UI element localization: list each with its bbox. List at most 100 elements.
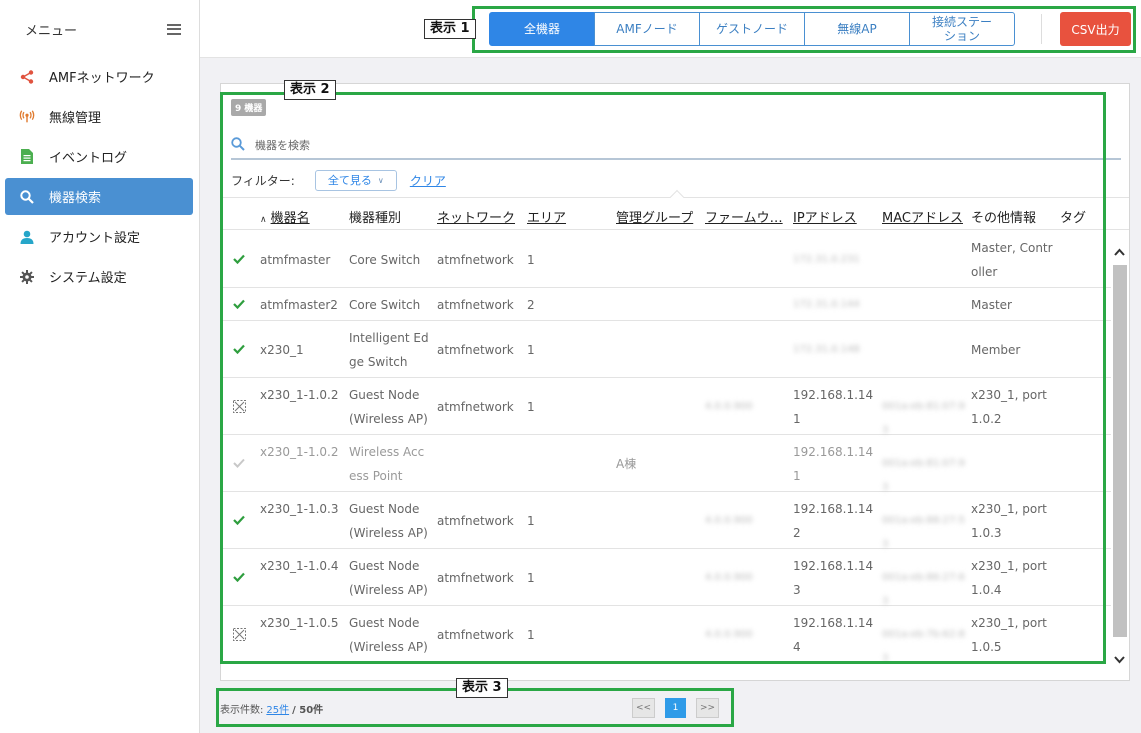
- check-icon: [233, 253, 245, 265]
- tab-connected-stations[interactable]: 接続ステー ション: [909, 12, 1015, 46]
- sidebar-item-label: AMFネットワーク: [49, 71, 155, 86]
- cell-ip: 192.168.1.142: [793, 501, 874, 540]
- cell-ip: 192.168.1.141: [793, 387, 874, 426]
- sidebar-item-device-search[interactable]: 機器検索: [5, 178, 193, 215]
- cell-area: 2: [527, 297, 535, 312]
- scroll-up-icon[interactable]: [1114, 245, 1125, 259]
- cell-type: Wireless Access Point: [349, 444, 425, 483]
- check-icon: [233, 343, 245, 355]
- device-table-body: atmfmaster Core Switch atmfnetwork 1 172.31.…: [221, 231, 1111, 661]
- hamburger-menu-icon[interactable]: [167, 23, 181, 35]
- sidebar-item-event-log[interactable]: イベントログ: [5, 138, 193, 175]
- sidebar-item-label: イベントログ: [49, 151, 128, 166]
- filter-select[interactable]: 全て見る ∨: [314, 169, 397, 191]
- device-list-panel: 9 機器 機器を検索 フィルター: 全て見る ∨ クリア ∧ 機器名 機器種別 ネ…: [220, 83, 1130, 681]
- annotation-label-3: 表示 3: [456, 678, 508, 698]
- cell-area: 1: [527, 627, 535, 642]
- user-icon: [19, 229, 35, 245]
- column-label: 機器名: [270, 211, 310, 226]
- toolbar-divider: [1041, 14, 1042, 44]
- table-row[interactable]: atmfmaster2 Core Switch atmfnetwork 2 172.31…: [221, 288, 1111, 321]
- table-row[interactable]: x230_1-1.0.2 Wireless Access Point A棟 192.1…: [221, 435, 1111, 493]
- column-tags: タグ: [1060, 211, 1087, 226]
- total-count: / 50件: [292, 704, 324, 716]
- share-icon: [19, 69, 35, 85]
- tab-guest-nodes[interactable]: ゲストノード: [699, 12, 805, 46]
- sidebar-item-system-settings[interactable]: システム設定: [5, 258, 193, 295]
- cell-ip: 172.31.0.144: [793, 298, 860, 310]
- search-icon: [231, 136, 247, 154]
- table-row[interactable]: x230_1-1.0.4 Guest Node(Wireless AP) atmfn…: [221, 549, 1111, 607]
- toolbar: 全機器 AMFノード ゲストノード 無線AP 接続ステー ション CSV出力: [200, 0, 1141, 58]
- scrollbar-thumb[interactable]: [1113, 265, 1127, 637]
- csv-export-button[interactable]: CSV出力: [1060, 12, 1131, 46]
- cell-info: x230_1, port1.0.3: [971, 501, 1047, 540]
- cell-type: Core Switch: [349, 252, 421, 267]
- table-scrollbar[interactable]: [1111, 231, 1128, 671]
- cell-network: atmfnetwork: [437, 342, 514, 357]
- cell-area: 1: [527, 252, 535, 267]
- device-count-badge: 9 機器: [231, 99, 267, 116]
- column-management-group[interactable]: 管理グループ: [616, 207, 693, 226]
- pager: << 1 >>: [632, 698, 729, 718]
- annotation-label-2: 表示 2: [284, 80, 336, 100]
- check-icon: [233, 298, 245, 310]
- page-size-info: 表示件数: 25件/ 50件: [220, 701, 323, 716]
- cell-name: x230_1-1.0.5: [260, 615, 339, 630]
- per-page-link[interactable]: 25件: [266, 705, 289, 716]
- cell-network: atmfnetwork: [437, 252, 514, 267]
- table-row[interactable]: x230_1-1.0.5 Guest Node(Wireless AP) atmfn…: [221, 606, 1111, 661]
- cell-group: A棟: [616, 456, 637, 471]
- cell-ip: 192.168.1.144: [793, 615, 874, 654]
- sidebar-item-amf-network[interactable]: AMFネットワーク: [5, 58, 193, 95]
- sidebar: メニュー AMFネットワーク 無線管理 イベントログ 機器検索 アカウント設定: [0, 0, 200, 733]
- cell-info: x230_1, port1.0.2: [971, 387, 1047, 426]
- column-device-name[interactable]: ∧ 機器名: [260, 207, 310, 226]
- sidebar-item-wireless[interactable]: 無線管理: [5, 98, 193, 135]
- sidebar-item-label: アカウント設定: [49, 231, 141, 246]
- prev-page-button[interactable]: <<: [632, 698, 655, 718]
- column-network[interactable]: ネットワーク: [437, 207, 515, 226]
- cell-network: atmfnetwork: [437, 627, 514, 642]
- cell-area: 1: [527, 513, 535, 528]
- tab-all-devices[interactable]: 全機器: [489, 12, 595, 46]
- column-device-type: 機器種別: [349, 211, 402, 226]
- filter-bar: フィルター: 全て見る ∨ クリア: [231, 169, 446, 191]
- sidebar-item-label: 機器検索: [49, 191, 102, 206]
- table-row[interactable]: x230_1-1.0.3 Guest Node(Wireless AP) atmfn…: [221, 492, 1111, 550]
- annotation-label-1: 表示 1: [424, 19, 476, 39]
- cell-network: atmfnetwork: [437, 297, 514, 312]
- tab-amf-nodes[interactable]: AMFノード: [594, 12, 700, 46]
- scroll-down-icon[interactable]: [1114, 653, 1125, 667]
- search-icon: [19, 189, 35, 205]
- clear-filter-link[interactable]: クリア: [410, 172, 446, 189]
- column-firmware[interactable]: ファームウ…: [705, 207, 783, 226]
- table-row[interactable]: x230_1-1.0.2 Guest Node(Wireless AP) atmfn…: [221, 378, 1111, 436]
- check-icon: [233, 571, 245, 583]
- column-ip-address[interactable]: IPアドレス: [793, 207, 857, 226]
- page-1-button[interactable]: 1: [665, 698, 686, 718]
- cell-type: Guest Node(Wireless AP): [349, 387, 428, 426]
- cell-firmware: 4.0.0.900: [705, 571, 753, 583]
- column-area[interactable]: エリア: [527, 207, 566, 226]
- cell-name: atmfmaster2: [260, 297, 338, 312]
- cell-area: 1: [527, 399, 535, 414]
- cell-mac: 001a:eb:7b:62:83: [882, 628, 965, 662]
- next-page-button[interactable]: >>: [696, 698, 719, 718]
- cell-ip: 172.31.0.148: [793, 343, 860, 355]
- cell-type: Guest Node(Wireless AP): [349, 558, 428, 597]
- search-input[interactable]: 機器を検索: [231, 132, 1121, 160]
- search-placeholder: 機器を検索: [255, 139, 310, 152]
- table-row[interactable]: atmfmaster Core Switch atmfnetwork 1 172.31.…: [221, 231, 1111, 288]
- cell-info: x230_1, port1.0.4: [971, 558, 1047, 597]
- cell-type: Core Switch: [349, 297, 421, 312]
- sidebar-item-account-settings[interactable]: アカウント設定: [5, 218, 193, 255]
- filter-label: フィルター:: [231, 173, 295, 188]
- cell-firmware: 4.0.0.900: [705, 514, 753, 526]
- sidebar-item-label: 無線管理: [49, 111, 102, 126]
- cell-name: x230_1-1.0.3: [260, 501, 339, 516]
- tab-wireless-ap[interactable]: 無線AP: [804, 12, 910, 46]
- column-mac-address[interactable]: MACアドレス: [882, 207, 963, 226]
- table-row[interactable]: x230_1 Intelligent Edge Switch atmfnetwork…: [221, 321, 1111, 378]
- column-other-info: その他情報: [971, 211, 1037, 226]
